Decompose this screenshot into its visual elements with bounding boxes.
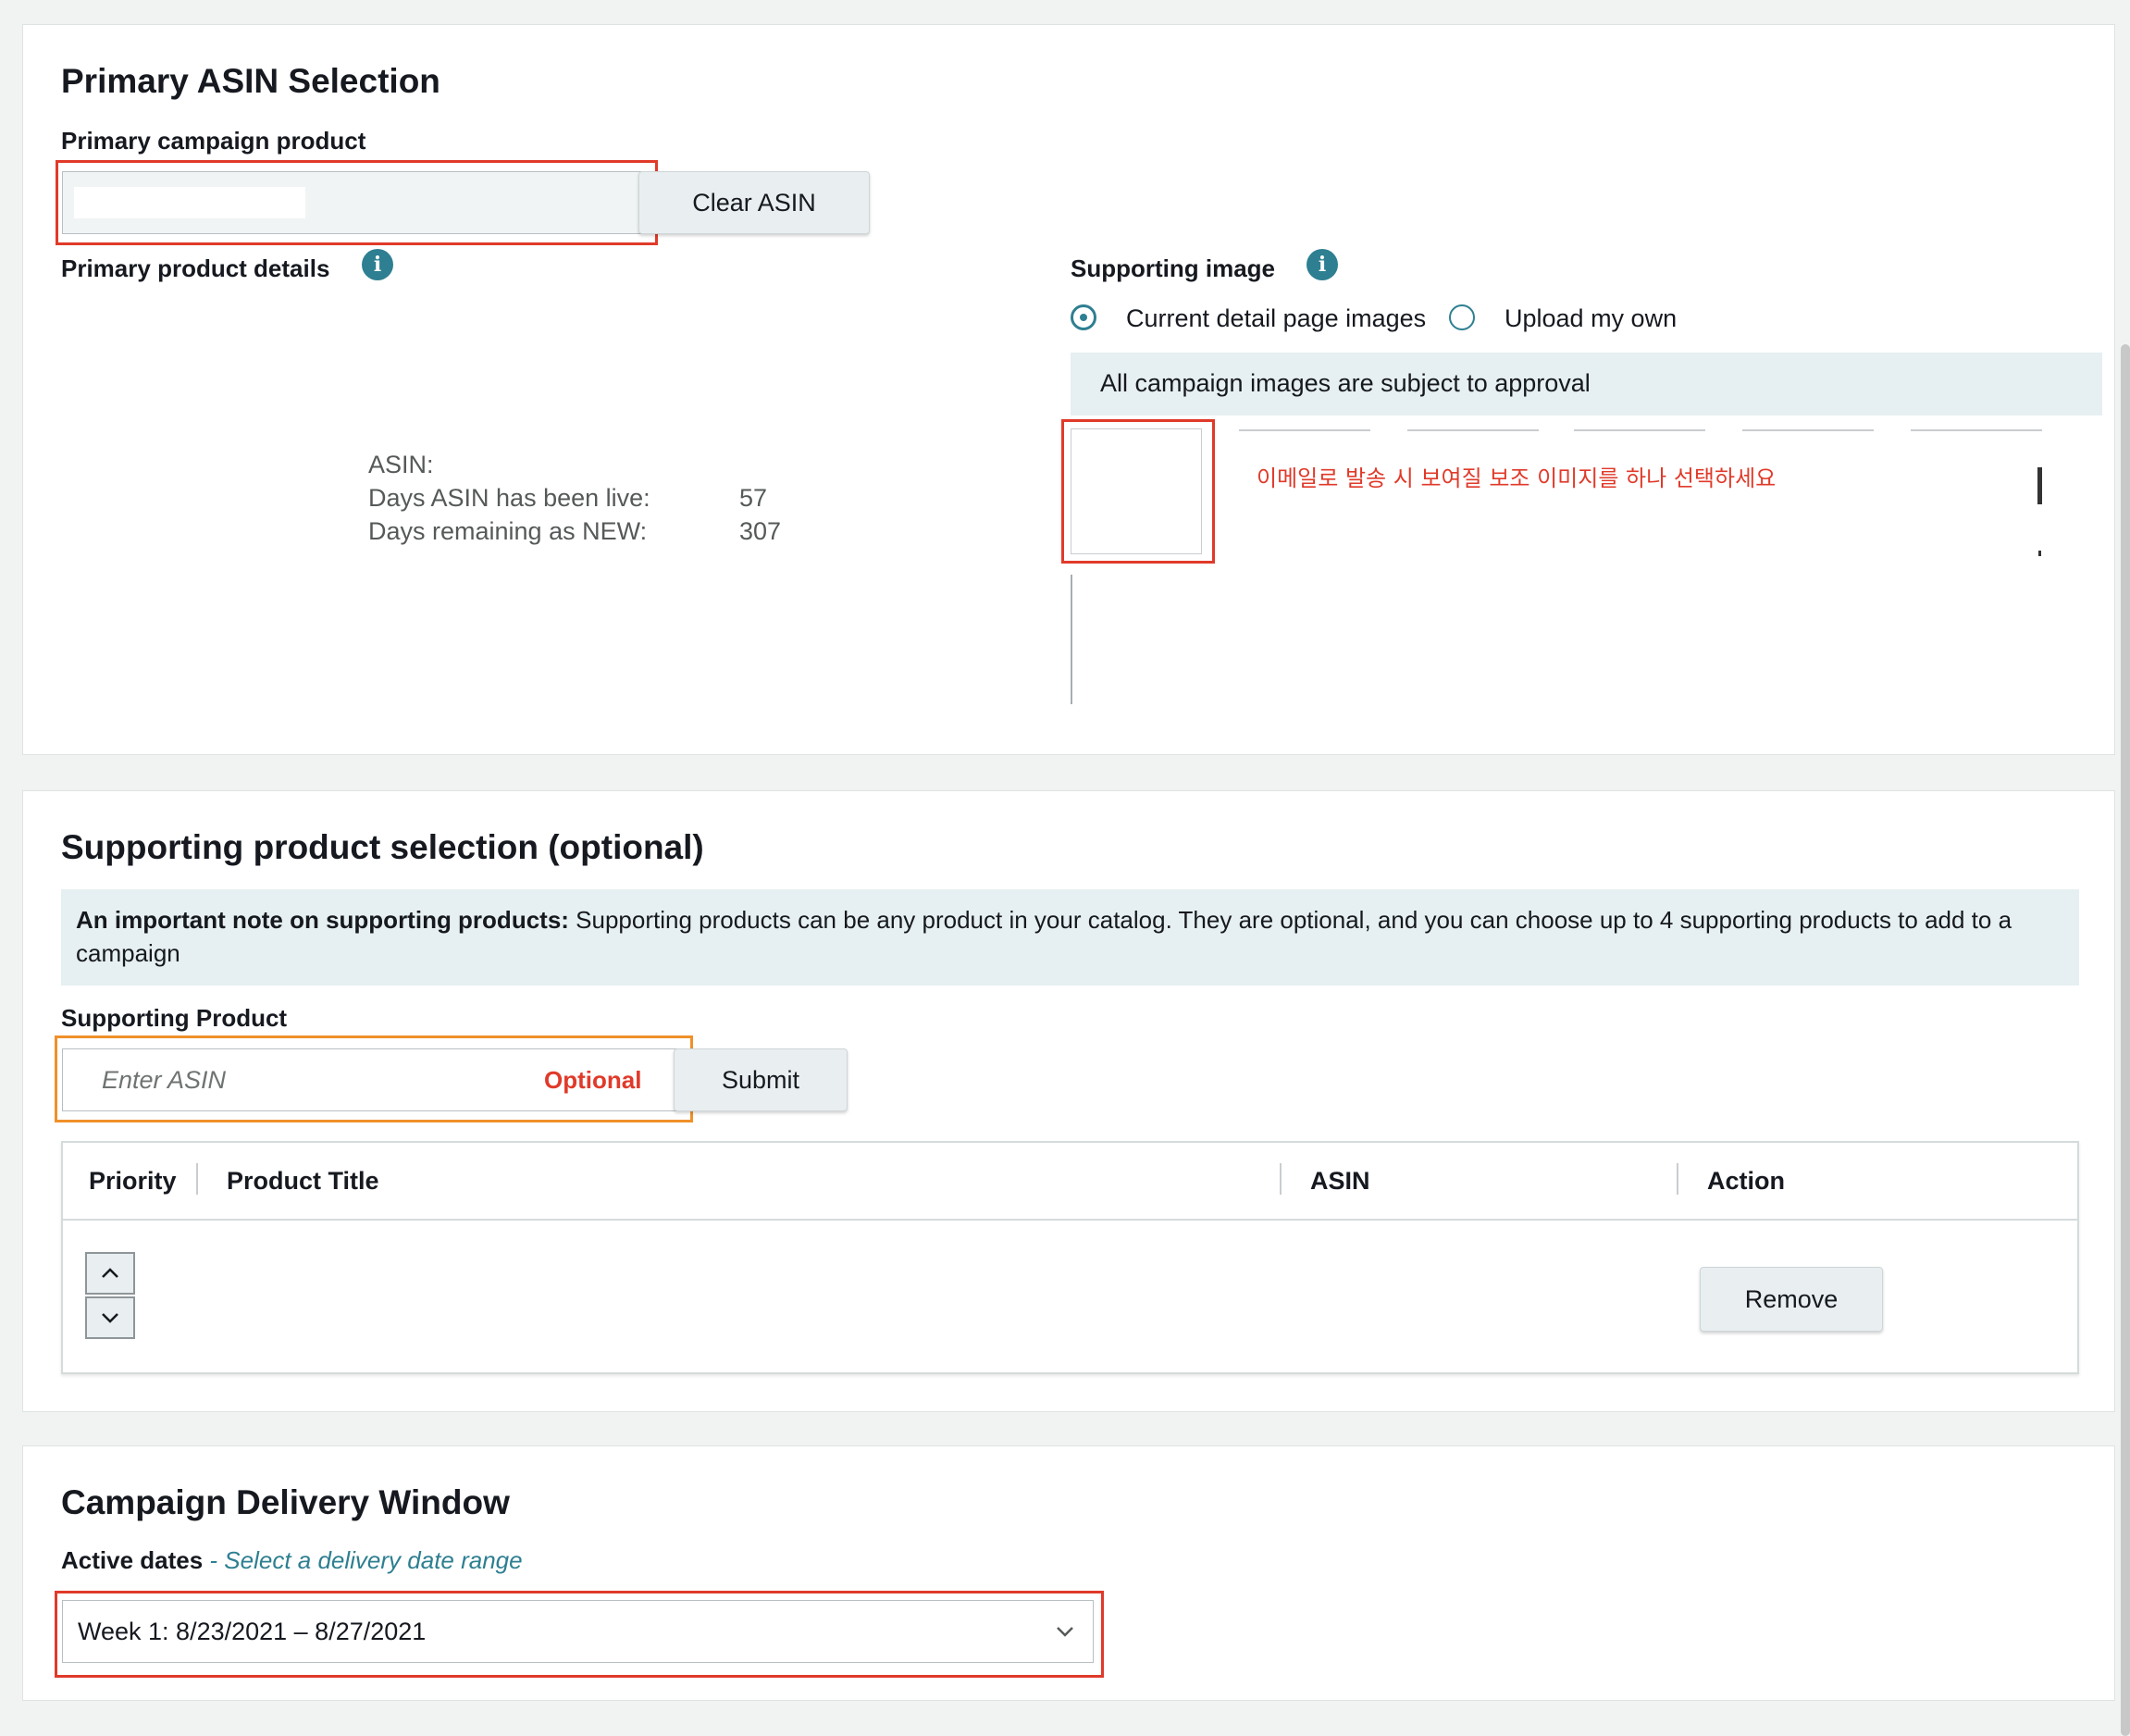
redacted-asin-value <box>74 187 305 218</box>
chevron-down-icon <box>102 1313 118 1323</box>
column-divider <box>1677 1163 1678 1195</box>
supporting-note-line-2: campaign <box>76 939 180 967</box>
active-dates-hint: - Select a delivery date range <box>203 1546 523 1574</box>
column-divider <box>196 1163 198 1195</box>
image-thumbnail-5[interactable] <box>1742 429 1874 431</box>
date-range-select[interactable]: Week 1: 8/23/2021 – 8/27/2021 <box>62 1600 1094 1663</box>
radio-selected-icon[interactable] <box>1071 304 1096 330</box>
date-range-value: Week 1: 8/23/2021 – 8/27/2021 <box>78 1618 427 1645</box>
supporting-asin-placeholder: Enter ASIN <box>102 1066 227 1094</box>
column-header-asin[interactable]: ASIN <box>1310 1167 1370 1196</box>
days-live-value: 57 <box>739 484 768 512</box>
radio-upload-label[interactable]: Upload my own <box>1505 304 1677 333</box>
active-dates-label: Active dates <box>61 1546 204 1574</box>
optional-tag: Optional <box>544 1066 642 1094</box>
days-remaining-value: 307 <box>739 517 782 545</box>
chevron-down-icon <box>1057 1627 1073 1637</box>
submit-button[interactable]: Submit <box>674 1048 848 1111</box>
column-header-action[interactable]: Action <box>1707 1167 1785 1196</box>
radio-unselected-icon[interactable] <box>1449 304 1475 330</box>
supporting-note-bar: An important note on supporting products… <box>61 889 2079 986</box>
info-icon[interactable]: i <box>362 249 393 280</box>
asin-label: ASIN: <box>368 451 434 478</box>
approval-note-text: All campaign images are subject to appro… <box>1100 369 1591 397</box>
supporting-asin-input[interactable]: Enter ASIN Optional <box>62 1048 682 1111</box>
info-icon[interactable]: i <box>1306 249 1338 280</box>
active-dates-row: Active dates - Select a delivery date ra… <box>61 1546 523 1575</box>
primary-asin-panel: Primary ASIN Selection Primary campaign … <box>22 24 2115 755</box>
image-thumbnail-2[interactable] <box>1239 429 1370 431</box>
column-header-product-title[interactable]: Product Title <box>227 1167 379 1196</box>
approval-note-bar: All campaign images are subject to appro… <box>1071 353 2102 415</box>
column-header-priority[interactable]: Priority <box>89 1167 177 1196</box>
supporting-product-label: Supporting Product <box>61 1004 288 1032</box>
days-live-label: Days ASIN has been live: <box>368 484 650 512</box>
primary-campaign-product-label: Primary campaign product <box>61 127 366 155</box>
section-heading-supporting: Supporting product selection (optional) <box>61 828 704 866</box>
column-divider <box>1280 1163 1282 1195</box>
supporting-image-label: Supporting image <box>1071 254 1275 282</box>
image-thumbnail-selected[interactable] <box>1071 428 1202 554</box>
primary-product-details-label: Primary product details <box>61 254 330 282</box>
primary-asin-input[interactable] <box>62 171 645 234</box>
thumbnail-edge-dot <box>2038 551 2041 556</box>
korean-annotation: 이메일로 발송 시 보여질 보조 이미지를 하나 선택하세요 <box>1257 465 1777 491</box>
priority-up-button[interactable] <box>85 1252 135 1295</box>
supporting-note-text: Supporting products can be any product i… <box>568 906 2012 934</box>
supporting-note-bold: An important note on supporting products… <box>76 906 569 934</box>
image-thumbnail-3[interactable] <box>1407 429 1539 431</box>
image-thumbnail-4[interactable] <box>1574 429 1705 431</box>
thumbnail-edge-fragment <box>2037 467 2042 504</box>
clear-asin-button[interactable]: Clear ASIN <box>638 171 870 234</box>
supporting-products-table: Priority Product Title ASIN Action Remov… <box>61 1141 2079 1374</box>
chevron-up-icon <box>102 1268 118 1278</box>
priority-down-button[interactable] <box>85 1296 135 1339</box>
section-heading-primary: Primary ASIN Selection <box>61 62 440 100</box>
image-list-divider <box>1071 575 1072 704</box>
radio-current-images-label[interactable]: Current detail page images <box>1126 304 1426 333</box>
supporting-product-panel: Supporting product selection (optional) … <box>22 790 2115 1412</box>
supporting-note-line-1: An important note on supporting products… <box>76 906 2012 935</box>
table-row: Remove <box>63 1221 2077 1372</box>
section-heading-delivery: Campaign Delivery Window <box>61 1483 510 1521</box>
image-thumbnail-6[interactable] <box>1911 429 2042 431</box>
delivery-window-panel: Campaign Delivery Window Active dates - … <box>22 1445 2115 1701</box>
days-remaining-label: Days remaining as NEW: <box>368 517 648 545</box>
remove-button[interactable]: Remove <box>1700 1267 1883 1332</box>
page-scrollbar[interactable] <box>2121 344 2130 1736</box>
